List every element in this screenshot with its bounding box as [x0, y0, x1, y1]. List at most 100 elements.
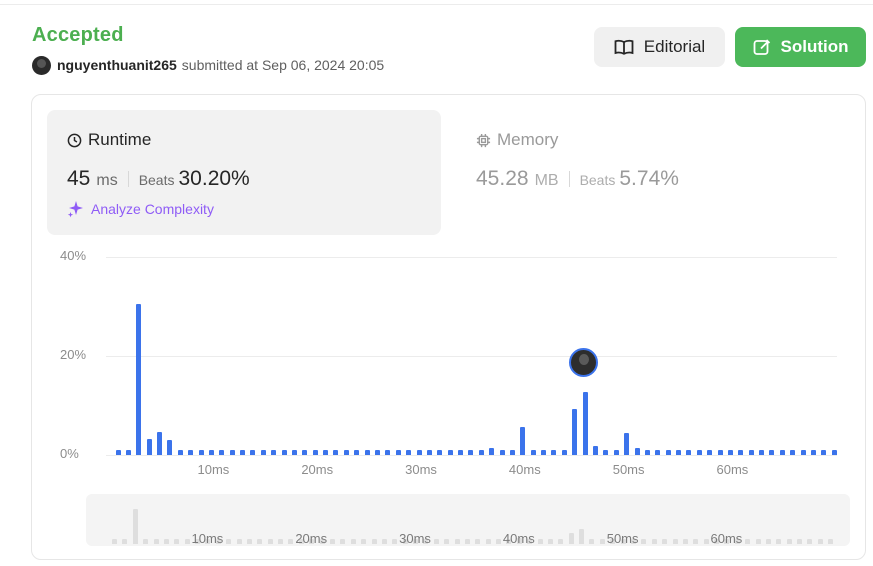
chart-bar[interactable]: [323, 450, 329, 455]
chart-bar[interactable]: [188, 450, 194, 455]
y-tick-label: 0%: [60, 446, 79, 461]
chart-bar[interactable]: [281, 450, 287, 455]
chart-bar[interactable]: [354, 450, 360, 455]
chart-bar[interactable]: [302, 450, 308, 455]
chart-bar[interactable]: [541, 450, 547, 455]
submission-status: Accepted: [32, 24, 124, 46]
overview-bar: [693, 539, 699, 544]
chart-bar[interactable]: [458, 450, 464, 455]
chart-bar[interactable]: [821, 450, 827, 455]
chart-bar[interactable]: [738, 450, 744, 455]
overview-tick-label: 60ms: [710, 531, 743, 546]
chart-bar[interactable]: [240, 450, 246, 455]
chart-bar[interactable]: [769, 450, 775, 455]
chart-bar[interactable]: [551, 450, 557, 455]
editorial-button[interactable]: Editorial: [594, 27, 725, 67]
chart-bar[interactable]: [437, 450, 443, 455]
chart-bar[interactable]: [572, 408, 578, 455]
overview-bar: [278, 539, 284, 544]
chart-bar[interactable]: [696, 450, 702, 455]
analyze-complexity-button[interactable]: Analyze Complexity: [67, 200, 214, 218]
chart-bar[interactable]: [727, 450, 733, 455]
runtime-unit: ms: [96, 172, 118, 189]
chart-bar[interactable]: [167, 440, 173, 455]
chart-bar[interactable]: [333, 450, 339, 455]
runtime-separator: [127, 171, 129, 187]
runtime-value: 45: [67, 167, 91, 190]
chart-bar[interactable]: [624, 433, 630, 455]
chart-bar[interactable]: [343, 450, 349, 455]
chart-bar[interactable]: [208, 450, 214, 455]
x-tick-label: 30ms: [405, 462, 437, 477]
chart-bar[interactable]: [291, 450, 297, 455]
memory-heading[interactable]: Memory: [476, 130, 558, 150]
chart-bar[interactable]: [426, 450, 432, 455]
chart-bar[interactable]: [364, 450, 370, 455]
chart-bar[interactable]: [686, 450, 692, 455]
chart-bar[interactable]: [478, 450, 484, 455]
chart-bar[interactable]: [603, 450, 609, 455]
chart-bar[interactable]: [395, 450, 401, 455]
chart-bar[interactable]: [707, 450, 713, 455]
chart-bar[interactable]: [634, 448, 640, 455]
chart-bar[interactable]: [136, 304, 142, 455]
chart-bar[interactable]: [810, 450, 816, 455]
overview-bar: [444, 539, 450, 544]
overview-bar: [703, 539, 709, 544]
overview-tick-label: 50ms: [606, 531, 639, 546]
chart-bar[interactable]: [416, 450, 422, 455]
chart-bar[interactable]: [406, 450, 412, 455]
chip-icon: [476, 133, 491, 147]
chart-bar[interactable]: [665, 450, 671, 455]
chart-bar[interactable]: [790, 450, 796, 455]
chart-bar[interactable]: [271, 450, 277, 455]
chart-bar[interactable]: [561, 450, 567, 455]
chart-bar[interactable]: [509, 450, 515, 455]
chart-bar[interactable]: [582, 391, 588, 455]
chart-bar[interactable]: [468, 450, 474, 455]
chart-bar[interactable]: [385, 450, 391, 455]
chart-bar[interactable]: [499, 450, 505, 455]
chart-bar[interactable]: [115, 450, 121, 455]
chart-bar[interactable]: [779, 450, 785, 455]
chart-bar[interactable]: [592, 446, 598, 455]
x-tick-label: 60ms: [716, 462, 749, 477]
overview-bar: [568, 533, 574, 544]
chart-bar[interactable]: [489, 448, 495, 455]
chart-bar[interactable]: [177, 450, 183, 455]
chart-bar[interactable]: [800, 450, 806, 455]
chart-bar[interactable]: [655, 450, 661, 455]
chart-bar[interactable]: [717, 450, 723, 455]
avatar-icon[interactable]: [32, 55, 51, 75]
chart-bar[interactable]: [831, 450, 837, 455]
chart-bar[interactable]: [229, 450, 235, 455]
editorial-label: Editorial: [643, 37, 706, 56]
overview-bar: [682, 539, 688, 544]
your-submission-avatar-icon[interactable]: [569, 347, 599, 377]
chart-bar[interactable]: [759, 450, 765, 455]
chart-range-selector[interactable]: 10ms 20ms 30ms 40ms 50ms 60ms: [86, 494, 850, 546]
chart-bar[interactable]: [644, 450, 650, 455]
chart-bar[interactable]: [125, 450, 131, 455]
y-tick-label: 40%: [60, 248, 87, 263]
chart-bar[interactable]: [676, 450, 682, 455]
chart-bar[interactable]: [198, 450, 204, 455]
solution-button[interactable]: Solution: [735, 27, 866, 67]
chart-bar[interactable]: [219, 450, 225, 455]
chart-bar[interactable]: [157, 432, 163, 455]
clock-icon: [67, 133, 82, 147]
chart-bar[interactable]: [613, 450, 619, 455]
username-link[interactable]: nguyenthuanit265: [57, 57, 177, 73]
chart-bar[interactable]: [530, 450, 536, 455]
overview-bar: [672, 539, 678, 544]
chart-bar[interactable]: [748, 450, 754, 455]
chart-bar[interactable]: [312, 450, 318, 455]
chart-bar[interactable]: [520, 426, 526, 455]
chart-bar[interactable]: [250, 450, 256, 455]
chart-bar[interactable]: [447, 450, 453, 455]
chart-bar[interactable]: [146, 438, 152, 455]
memory-value: 45.28: [476, 167, 529, 190]
overview-bar: [288, 539, 294, 544]
chart-bar[interactable]: [375, 450, 380, 455]
chart-bar[interactable]: [260, 450, 266, 455]
